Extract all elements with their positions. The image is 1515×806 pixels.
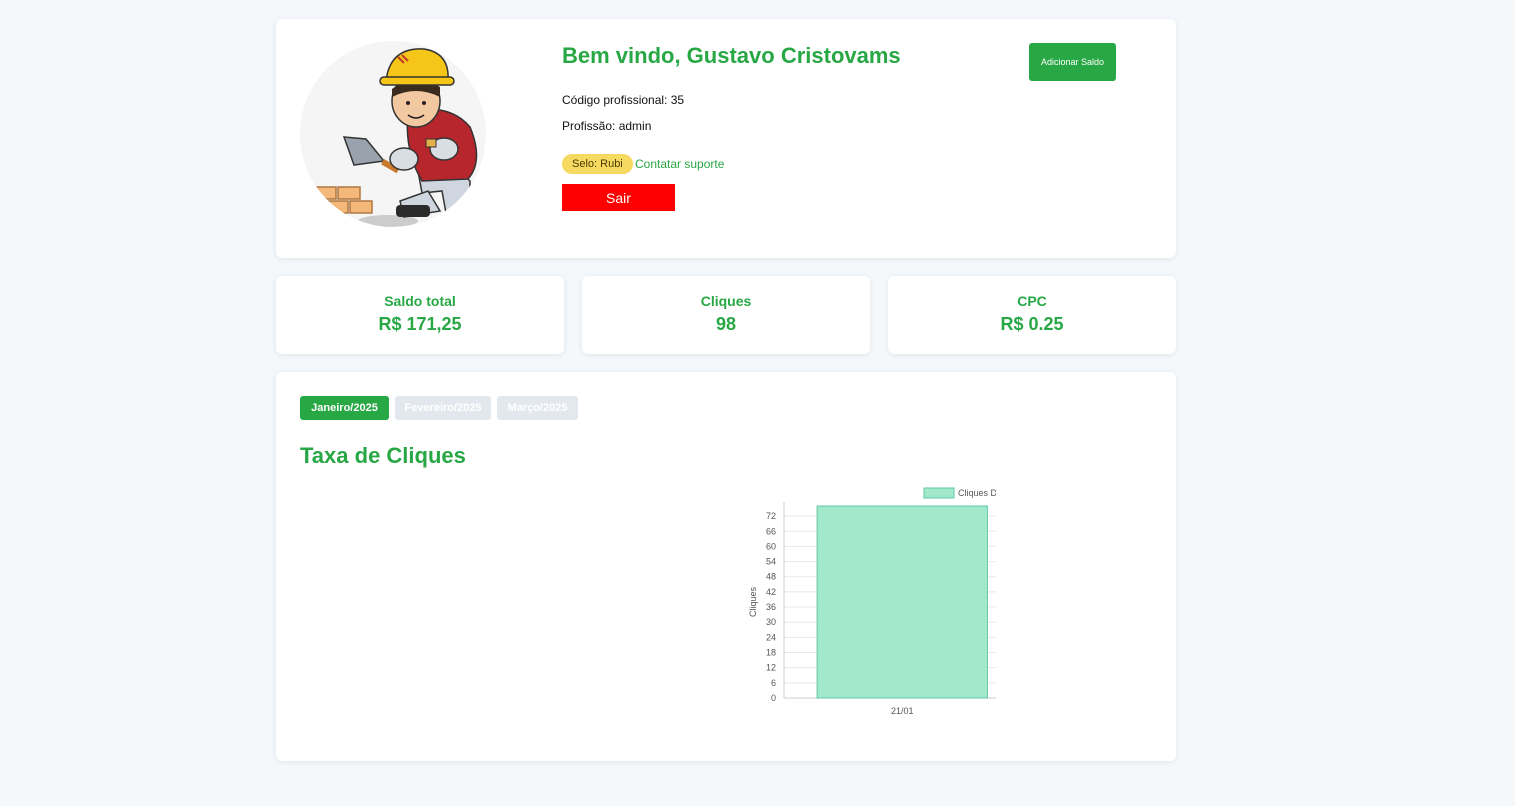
bricklayer-illustration [313, 48, 478, 227]
y-tick-label: 72 [766, 511, 776, 521]
y-tick-label: 18 [766, 648, 776, 658]
y-tick-label: 66 [766, 526, 776, 536]
y-tick-label: 48 [766, 572, 776, 582]
y-tick-label: 6 [771, 678, 776, 688]
professional-code: Código profissional: 35 [562, 93, 685, 107]
y-tick-label: 42 [766, 587, 776, 597]
dashboard: Bem vindo, Gustavo Cristovams Código pro… [276, 19, 1176, 761]
profile-card: Bem vindo, Gustavo Cristovams Código pro… [276, 19, 1176, 258]
month-tab-january[interactable]: Janeiro/2025 [300, 396, 389, 420]
y-tick-label: 24 [766, 632, 776, 642]
legend-swatch [923, 487, 955, 499]
y-tick-label: 60 [766, 541, 776, 551]
chart-card: Janeiro/2025 Fevereiro/2025 Março/2025 T… [276, 372, 1176, 761]
y-tick-label: 54 [766, 557, 776, 567]
stat-card-balance: Saldo total R$ 171,25 [276, 276, 564, 354]
add-balance-button[interactable]: Adicionar Saldo [1029, 43, 1116, 81]
stat-label: CPC [1017, 293, 1047, 309]
month-tab-march[interactable]: Março/2025 [497, 396, 578, 420]
legend-label: Cliques Diários - Janeiro/2025 [958, 488, 996, 498]
stat-card-cpc: CPC R$ 0.25 [888, 276, 1176, 354]
stat-card-clicks: Cliques 98 [582, 276, 870, 354]
y-axis-label: Cliques [748, 586, 758, 617]
contact-support-link[interactable]: Contatar suporte [635, 157, 724, 171]
stat-value: R$ 0.25 [1000, 314, 1064, 334]
stat-label: Cliques [700, 293, 752, 309]
welcome-heading: Bem vindo, Gustavo Cristovams [562, 43, 901, 68]
x-axis-label: Dias do Mês [995, 722, 996, 732]
y-tick-label: 36 [766, 602, 776, 612]
x-tick-label: 21/01 [891, 706, 914, 716]
month-tab-february[interactable]: Fevereiro/2025 [395, 396, 491, 420]
chart-section-title: Taxa de Cliques [300, 443, 466, 468]
stat-label: Saldo total [384, 293, 456, 309]
logout-button[interactable]: Sair [562, 184, 675, 211]
seal-badge: Selo: Rubi [562, 154, 633, 174]
y-tick-label: 30 [766, 617, 776, 627]
profession: Profissão: admin [562, 119, 652, 133]
y-tick-label: 12 [766, 663, 776, 673]
y-tick-label: 0 [771, 693, 776, 703]
stat-value: R$ 171,25 [378, 314, 462, 334]
avatar [300, 41, 486, 227]
bar [816, 505, 988, 699]
stats-row: Saldo total R$ 171,25 Cliques 98 CPC R$ … [276, 276, 1176, 354]
clicks-bar-chart: Cliques Diários - Janeiro/2025 0 6 12 18 24 30… [748, 487, 996, 732]
stat-value: 98 [715, 314, 737, 334]
